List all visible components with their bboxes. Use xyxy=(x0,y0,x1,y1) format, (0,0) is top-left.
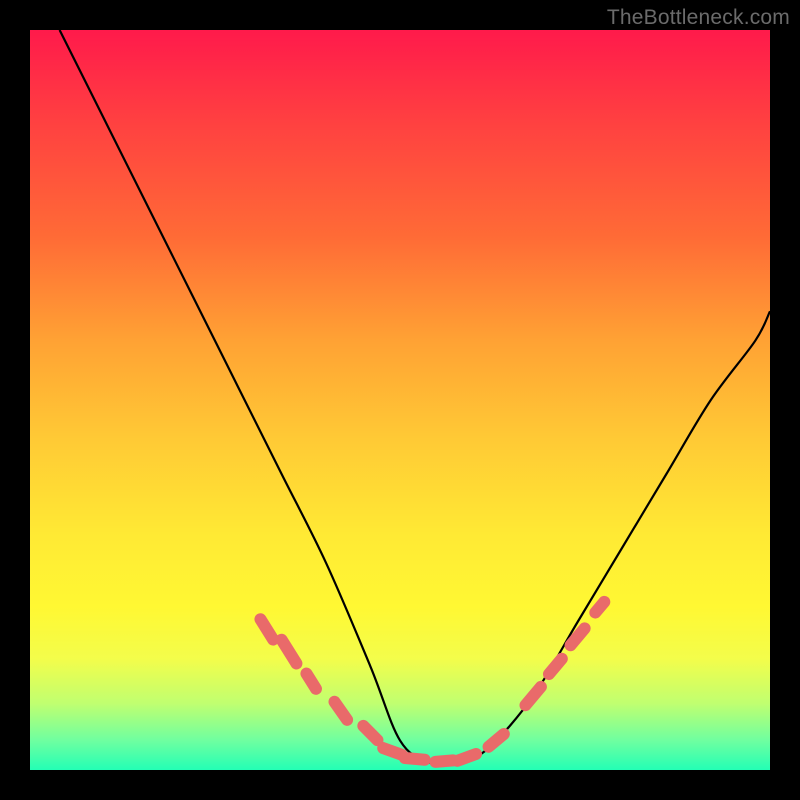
chart-plot-area xyxy=(30,30,770,770)
curve-marker xyxy=(260,619,273,639)
bottleneck-curve-line xyxy=(60,30,770,765)
curve-marker xyxy=(405,758,425,760)
curve-marker xyxy=(549,659,562,674)
chart-svg xyxy=(30,30,770,770)
curve-marker xyxy=(306,674,316,689)
curve-marker xyxy=(489,734,504,747)
marker-layer xyxy=(260,602,604,762)
curve-marker xyxy=(595,602,604,613)
curve-marker xyxy=(435,760,453,762)
curve-marker xyxy=(282,640,297,664)
curve-marker xyxy=(334,702,347,720)
curve-marker xyxy=(525,687,540,705)
curve-marker xyxy=(363,726,377,740)
curve-marker xyxy=(383,748,402,755)
curve-marker xyxy=(457,754,476,761)
curve-layer xyxy=(60,30,770,765)
watermark-text: TheBottleneck.com xyxy=(607,6,790,30)
